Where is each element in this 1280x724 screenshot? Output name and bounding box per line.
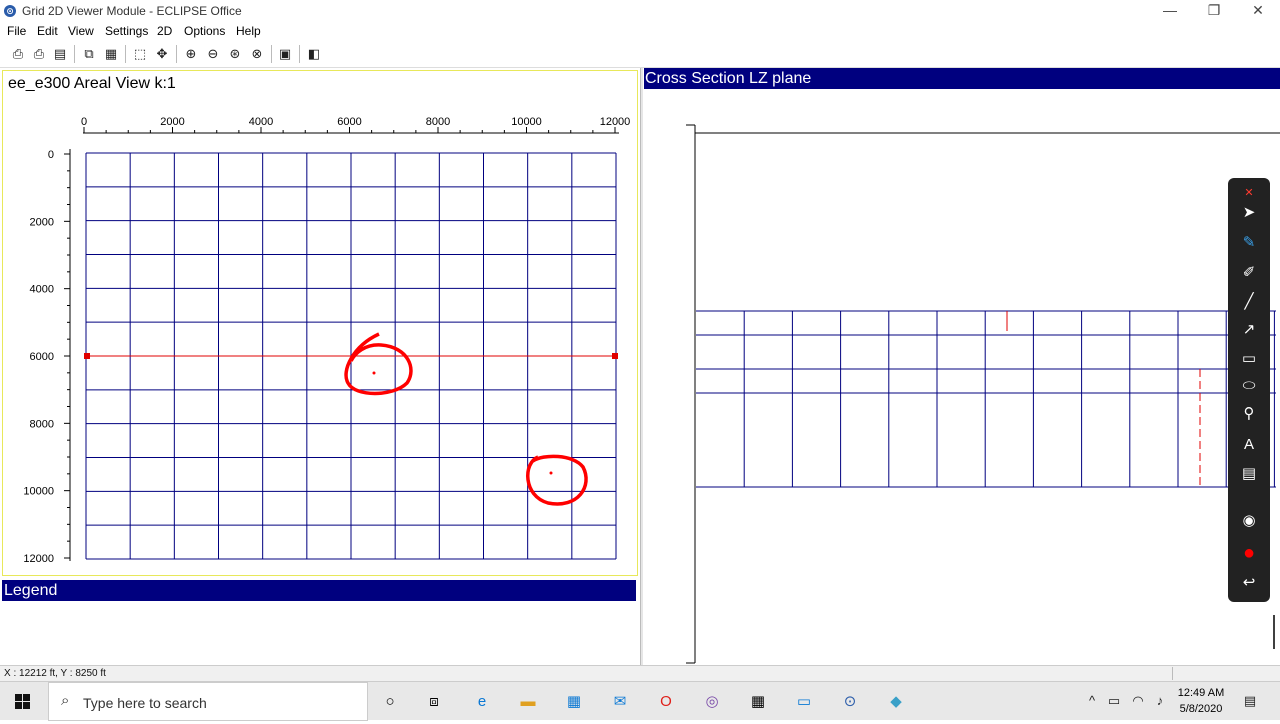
rectangle-icon[interactable]: ▭ — [1238, 348, 1260, 370]
color-legend-icon[interactable]: ◧ — [306, 46, 322, 62]
y-tick-label: 8000 — [30, 418, 54, 430]
y-tick-label: 4000 — [30, 284, 54, 296]
undo-icon[interactable]: ↩ — [1238, 572, 1260, 594]
notes-app-icon[interactable]: ◆ — [884, 690, 908, 714]
task-view-icon[interactable]: ⧈ — [422, 690, 446, 714]
x-tick-label: 8000 — [426, 116, 450, 128]
paste-icon[interactable]: ▦ — [103, 46, 119, 62]
annotation-circle-1 — [344, 332, 413, 396]
show-hidden-icons-icon[interactable]: ^ — [1084, 693, 1100, 709]
clock-date[interactable]: 5/8/2020 — [1176, 703, 1226, 715]
restore-button[interactable]: ❐ — [1192, 0, 1236, 22]
menu-options[interactable]: Options — [184, 24, 225, 38]
battery-icon[interactable]: ▭ — [1106, 693, 1122, 709]
screen-recorder-icon[interactable]: ▭ — [792, 690, 816, 714]
section-handle-left[interactable] — [84, 353, 90, 359]
windows-logo-icon — [15, 694, 30, 709]
panel-splitter[interactable] — [640, 68, 643, 665]
minimize-button[interactable]: — — [1148, 0, 1192, 22]
y-tick-label: 6000 — [30, 351, 54, 363]
taskbar: ⌕ Type here to search ○ ⧈ e ▬ ▦ ✉ O ◎ ▦ … — [0, 681, 1280, 721]
y-tick-label: 12000 — [23, 553, 54, 565]
close-button[interactable]: ✕ — [1236, 0, 1280, 22]
wifi-icon[interactable]: ◠ — [1130, 693, 1146, 709]
search-placeholder: Type here to search — [83, 695, 207, 711]
start-button[interactable] — [0, 682, 46, 721]
toolbar: ⎙ ⎙ ▤ ⧉ ▦ ⬚ ✥ ⊕ ⊖ ⊛ ⊗ ▣ ◧ — [0, 40, 1280, 68]
legend-title-bar: Legend — [2, 580, 636, 601]
menu-bar: File Edit View Settings 2D Options Help — [0, 22, 1280, 40]
pen-icon[interactable]: ✎ — [1238, 232, 1260, 254]
x-tick-label: 0 — [81, 116, 87, 128]
highlighter-icon[interactable]: ✐ — [1238, 262, 1260, 284]
annotation-circle-2 — [526, 454, 588, 506]
x-tick-label: 10000 — [511, 116, 542, 128]
menu-settings[interactable]: Settings — [105, 24, 148, 38]
x-tick-label: 12000 — [600, 116, 631, 128]
whiteboard-icon[interactable]: ▤ — [1238, 463, 1260, 485]
volume-icon[interactable]: ♪ — [1152, 693, 1168, 709]
x-tick-label: 4000 — [249, 116, 273, 128]
notification-center-icon[interactable]: ▤ — [1242, 693, 1258, 709]
areal-view-title: ee_e300 Areal View k:1 — [8, 75, 176, 92]
capture-icon[interactable]: ◉ — [1238, 510, 1260, 532]
pan-icon[interactable]: ✥ — [154, 46, 170, 62]
zoom-in-icon[interactable]: ⊕ — [183, 46, 199, 62]
cross-section-canvas[interactable] — [644, 89, 1280, 665]
ink-toolbar: ✕ ➤ ✎ ✐ ╱ ↗ ▭ ⬭ ⚲ A ▤ ◉ ● ↩ — [1228, 178, 1270, 602]
y-tick-label: 2000 — [30, 216, 54, 228]
copy-icon[interactable]: ⧉ — [81, 46, 97, 62]
y-tick-label: 10000 — [23, 486, 54, 498]
ink-close-icon[interactable]: ✕ — [1238, 182, 1260, 204]
menu-file[interactable]: File — [7, 24, 26, 38]
title-bar: ⊙ Grid 2D Viewer Module - ECLIPSE Office… — [0, 0, 1280, 22]
y-tick-label: 0 — [48, 149, 54, 161]
opera-icon[interactable]: O — [654, 690, 678, 714]
zoom-out-icon[interactable]: ⊖ — [205, 46, 221, 62]
eraser-icon[interactable]: ⚲ — [1238, 403, 1260, 425]
properties-icon[interactable]: ▣ — [277, 46, 293, 62]
window-title: Grid 2D Viewer Module - ECLIPSE Office — [22, 4, 242, 18]
line-icon[interactable]: ╱ — [1238, 291, 1260, 313]
menu-edit[interactable]: Edit — [37, 24, 58, 38]
menu-2d[interactable]: 2D — [157, 24, 172, 38]
text-icon[interactable]: A — [1238, 434, 1260, 456]
x-tick-label: 2000 — [160, 116, 184, 128]
edge-icon[interactable]: e — [470, 690, 494, 714]
select-icon[interactable]: ⬚ — [132, 46, 148, 62]
taskbar-search-box[interactable]: ⌕ Type here to search — [48, 682, 368, 721]
ellipse-icon[interactable]: ⬭ — [1238, 375, 1260, 397]
cortana-icon[interactable]: ○ — [378, 690, 402, 714]
print-preview-icon[interactable]: ⎙ — [31, 46, 47, 62]
zoom-fit-icon[interactable]: ⊛ — [227, 46, 243, 62]
page-setup-icon[interactable]: ▤ — [52, 46, 68, 62]
areal-view-panel[interactable]: 0 2000 4000 6000 8000 10000 12000 0 2000 4000 6000… — [2, 70, 638, 576]
print-icon[interactable]: ⎙ — [10, 46, 26, 62]
status-bar: X : 12212 ft, Y : 8250 ft — [0, 665, 1280, 681]
calculator-icon[interactable]: ▦ — [746, 690, 770, 714]
arrow-icon[interactable]: ↗ — [1238, 319, 1260, 341]
menu-view[interactable]: View — [68, 24, 94, 38]
mail-icon[interactable]: ✉ — [608, 690, 632, 714]
record-icon[interactable]: ● — [1238, 542, 1260, 564]
app-icon: ⊙ — [4, 5, 16, 17]
x-tick-label: 6000 — [337, 116, 361, 128]
eclipse-office-icon[interactable]: ⊙ — [838, 690, 862, 714]
zoom-reset-icon[interactable]: ⊗ — [249, 46, 265, 62]
cross-section-grid — [686, 124, 1280, 664]
tor-browser-icon[interactable]: ◎ — [700, 690, 724, 714]
menu-help[interactable]: Help — [236, 24, 261, 38]
file-explorer-icon[interactable]: ▬ — [516, 690, 540, 714]
areal-view-canvas[interactable]: 0 2000 4000 6000 8000 10000 12000 0 2000 4000 6000… — [3, 71, 637, 575]
legend-panel — [2, 601, 636, 665]
search-icon: ⌕ — [61, 692, 70, 709]
cursor-icon[interactable]: ➤ — [1238, 202, 1260, 224]
clock-time[interactable]: 12:49 AM — [1176, 687, 1226, 699]
store-icon[interactable]: ▦ — [562, 690, 586, 714]
cross-section-title-bar: Cross Section LZ plane — [644, 68, 1280, 89]
section-handle-right[interactable] — [612, 353, 618, 359]
cursor-coordinates: X : 12212 ft, Y : 8250 ft — [4, 668, 106, 679]
